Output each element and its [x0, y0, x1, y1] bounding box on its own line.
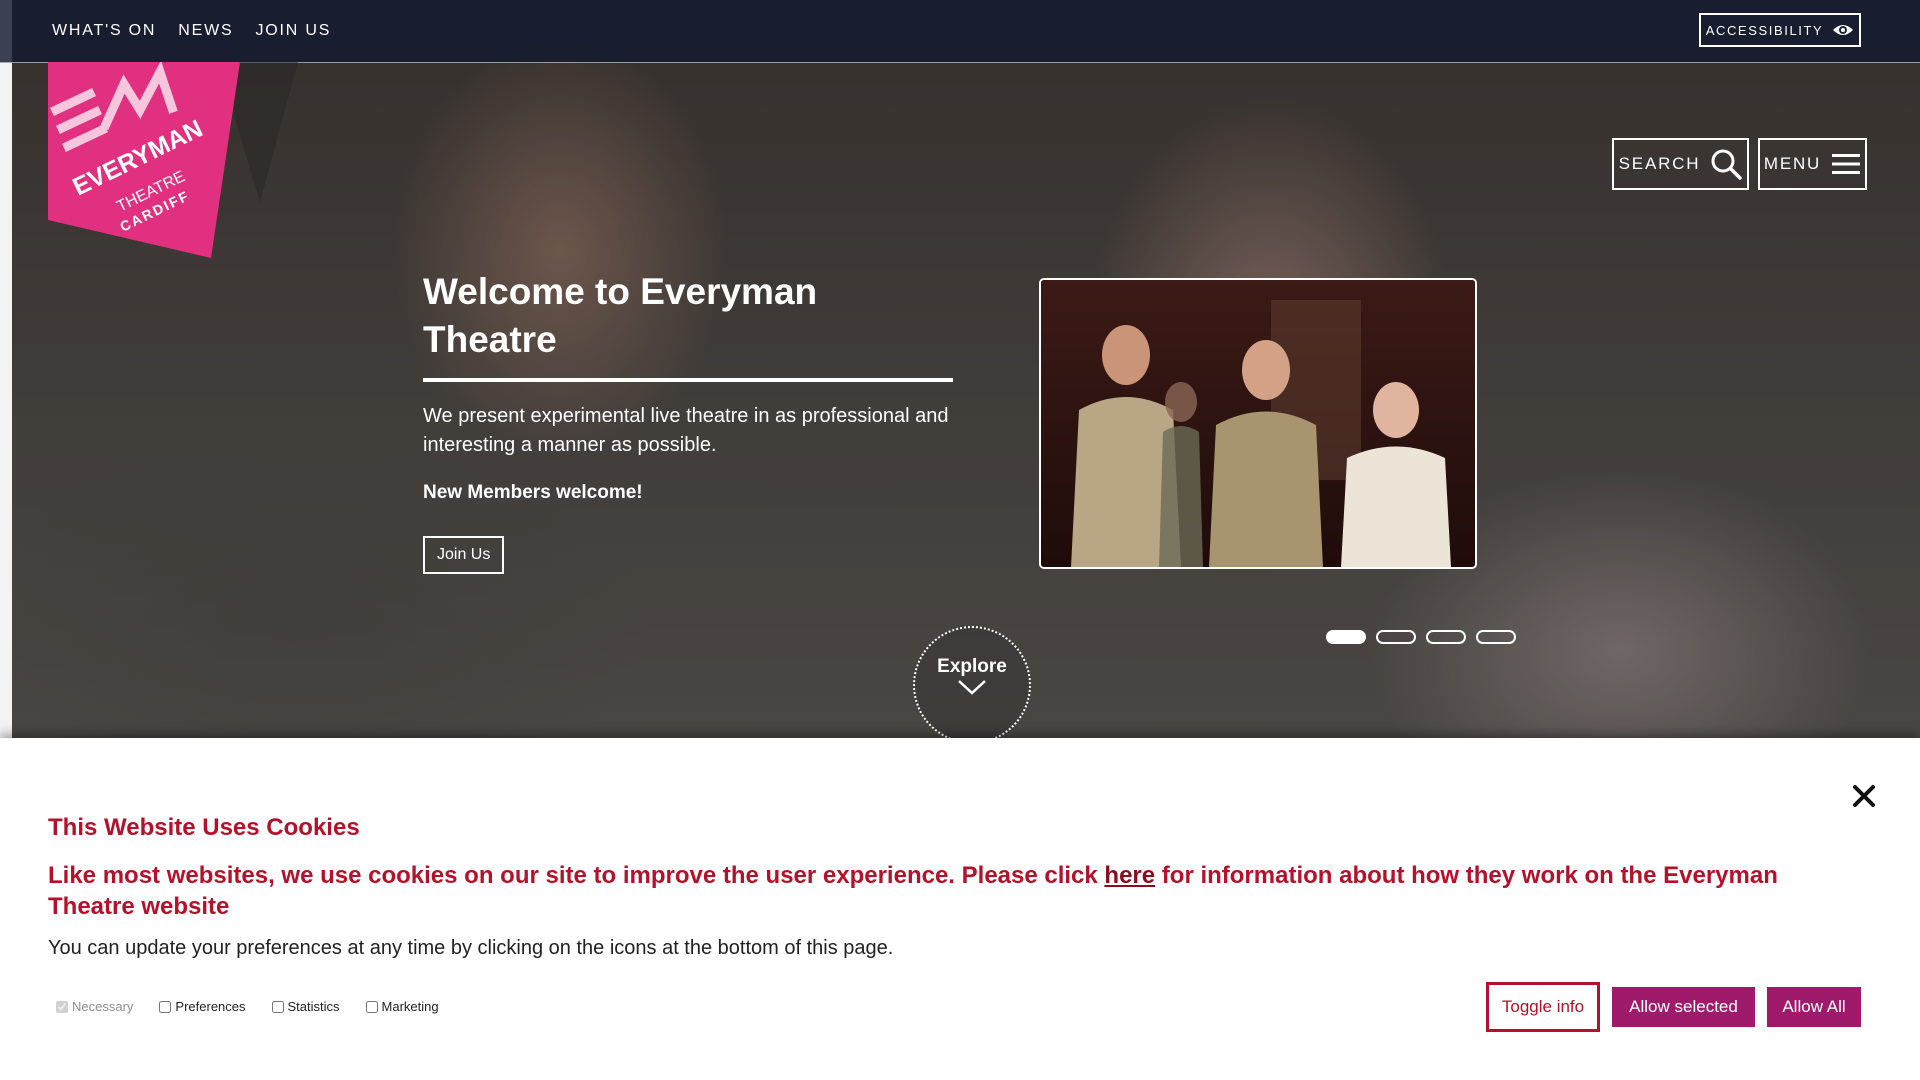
slider-dot-1[interactable] — [1326, 630, 1366, 644]
pref-preferences-label: Preferences — [175, 999, 246, 1014]
cookie-banner: This Website Uses Cookies Like most webs… — [0, 738, 1920, 1080]
cookie-lead: Like most websites, we use cookies on ou… — [48, 860, 1848, 922]
accessibility-label: ACCESSIBILITY — [1705, 22, 1824, 38]
pref-marketing-checkbox[interactable] — [365, 1000, 378, 1013]
top-nav: WHAT'S ON NEWS JOIN US — [52, 0, 331, 62]
nav-join-us[interactable]: JOIN US — [256, 22, 332, 40]
cookie-lead-before: Like most websites, we use cookies on ou… — [48, 862, 1105, 889]
nav-news[interactable]: NEWS — [178, 22, 233, 40]
slider-dots — [1326, 630, 1516, 644]
pref-statistics-label: Statistics — [287, 999, 340, 1014]
pref-marketing[interactable]: Marketing — [365, 999, 439, 1014]
cookie-info-link[interactable]: here — [1104, 862, 1155, 889]
pref-statistics-checkbox[interactable] — [271, 1000, 284, 1013]
pref-necessary-label: Necessary — [72, 999, 134, 1014]
hero-description: We present experimental live theatre in … — [423, 405, 949, 456]
pref-necessary-checkbox — [56, 1000, 68, 1013]
chevron-down-icon — [958, 680, 986, 695]
toggle-info-button[interactable]: Toggle info — [1486, 982, 1600, 1032]
hamburger-icon — [1832, 154, 1861, 174]
members-welcome: New Members welcome! — [423, 482, 643, 503]
menu-label: MENU — [1763, 154, 1822, 173]
allow-selected-button[interactable]: Allow selected — [1612, 987, 1755, 1027]
allow-all-button[interactable]: Allow All — [1767, 987, 1861, 1027]
close-icon[interactable] — [1850, 782, 1878, 810]
top-bar: WHAT'S ON NEWS JOIN US ACCESSIBILITY — [0, 0, 1920, 63]
cookie-note: You can update your preferences at any t… — [48, 937, 894, 959]
pref-necessary: Necessary — [56, 999, 133, 1014]
featured-production-image[interactable] — [1039, 278, 1477, 569]
eye-icon — [1833, 25, 1854, 35]
cookie-preferences: Necessary Preferences Statistics Marketi… — [56, 999, 439, 1014]
search-button[interactable]: SEARCH — [1612, 138, 1749, 190]
cookie-title: This Website Uses Cookies — [48, 814, 360, 841]
hero-left-edge — [0, 0, 12, 738]
pref-preferences[interactable]: Preferences — [159, 999, 246, 1014]
pref-marketing-label: Marketing — [381, 999, 439, 1014]
hero-intro: Welcome to Everyman Theatre We present e… — [423, 268, 953, 574]
slider-dot-3[interactable] — [1426, 630, 1466, 644]
join-us-button[interactable]: Join Us — [423, 536, 505, 574]
slider-dot-4[interactable] — [1476, 630, 1516, 644]
pref-statistics[interactable]: Statistics — [271, 999, 340, 1014]
search-icon — [1711, 149, 1743, 180]
title-divider — [423, 378, 953, 382]
slider-dot-2[interactable] — [1376, 630, 1416, 644]
menu-button[interactable]: MENU — [1758, 138, 1867, 190]
explore-button[interactable]: Explore — [913, 626, 1031, 744]
everyman-logo[interactable]: EVERYMAN THEATRE CARDIFF — [48, 60, 298, 262]
hero-title: Welcome to Everyman Theatre — [423, 271, 818, 360]
nav-whats-on[interactable]: WHAT'S ON — [52, 22, 156, 40]
pref-preferences-checkbox[interactable] — [159, 1000, 172, 1013]
explore-label: Explore — [937, 656, 1007, 677]
search-label: SEARCH — [1618, 154, 1701, 173]
accessibility-button[interactable]: ACCESSIBILITY — [1699, 13, 1861, 47]
